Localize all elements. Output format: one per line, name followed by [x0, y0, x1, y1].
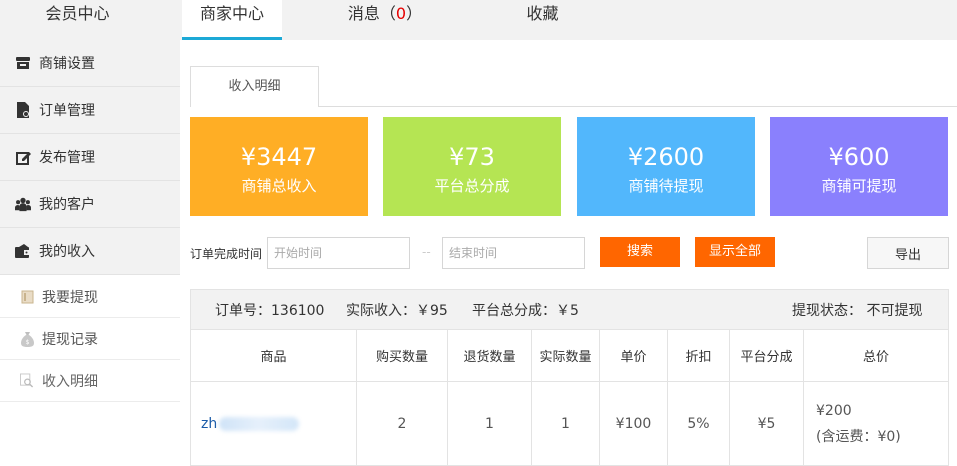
- order-card: 订单号：136100 实际收入：￥95 平台总分成：￥5 提现状态： 不可提现 …: [190, 289, 949, 466]
- product-link[interactable]: zh: [201, 416, 217, 432]
- sidebar-item-label: 我的客户: [39, 197, 95, 213]
- sidebar-item-label: 订单管理: [39, 103, 95, 119]
- column-header-purchase-qty: 购买数量: [357, 330, 448, 381]
- column-header-return-qty: 退货数量: [448, 330, 532, 381]
- column-header-discount: 折扣: [668, 330, 730, 381]
- stat-card-pending-withdraw: ¥2600 商铺待提现: [577, 117, 755, 216]
- sidebar-item-publish-management[interactable]: 发布管理: [0, 134, 180, 181]
- wallet-icon: [15, 243, 31, 259]
- tab-bar: 收入明细: [190, 66, 957, 108]
- column-header-actual-qty: 实际数量: [532, 330, 600, 381]
- show-all-button[interactable]: 显示全部: [695, 237, 775, 267]
- stat-amount: ¥3447: [240, 143, 318, 171]
- stat-label: 商铺总收入: [241, 177, 317, 195]
- platform-share-cell: ¥5: [730, 382, 804, 466]
- top-navigation: 会员中心 商家中心 消息（0） 收藏: [0, 0, 957, 40]
- table-header-row: 商品 购买数量 退货数量 实际数量 单价 折扣 平台分成 总价: [191, 330, 948, 382]
- main-content: 收入明细 ¥3447 商铺总收入 ¥73 平台总分成 ¥2600 商铺待提现 ¥…: [190, 40, 957, 466]
- total-cell: ¥200 (含运费：¥0): [804, 382, 948, 466]
- customers-icon: [15, 196, 31, 212]
- discount-cell: 5%: [668, 382, 730, 466]
- export-button[interactable]: 导出: [867, 237, 949, 269]
- sidebar-item-my-income[interactable]: 我的收入: [0, 228, 180, 275]
- messages-count-badge: 0: [395, 4, 407, 23]
- sidebar-subitem-label: 提现记录: [42, 331, 98, 348]
- purchase-qty-cell: 2: [357, 382, 448, 466]
- column-header-total: 总价: [862, 350, 889, 365]
- money-bag-icon: $: [20, 331, 34, 347]
- messages-label: 消息: [347, 4, 380, 23]
- card-icon: [20, 289, 34, 305]
- product-cell: zh: [191, 382, 357, 466]
- order-completion-time-label: 订单完成时间: [190, 247, 263, 261]
- nav-messages[interactable]: 消息（0）: [340, 0, 430, 40]
- stat-amount: ¥600: [828, 143, 890, 171]
- stat-label: 平台总分成: [434, 177, 510, 195]
- order-document-icon: [15, 102, 31, 118]
- order-number: 订单号：136100: [215, 303, 325, 319]
- total-price: ¥200: [816, 403, 852, 419]
- nav-member-center[interactable]: 会员中心: [30, 0, 125, 40]
- messages-close-paren: ）: [406, 4, 423, 23]
- sidebar-subitem-withdraw-records[interactable]: $ 提现记录: [0, 318, 180, 360]
- nav-merchant-center[interactable]: 商家中心: [182, 0, 282, 40]
- stat-label: 商铺可提现: [821, 177, 897, 195]
- withdraw-status: 提现状态： 不可提现: [792, 303, 923, 319]
- sidebar-item-label: 发布管理: [39, 150, 95, 166]
- end-time-input[interactable]: [442, 237, 585, 269]
- svg-text:$: $: [25, 339, 29, 346]
- sidebar-item-store-settings[interactable]: 商铺设置: [0, 40, 180, 87]
- table-row: zh 2 1 1 ¥100 5% ¥5 ¥200 (含运费：¥0): [191, 382, 948, 466]
- sidebar-subitem-income-details[interactable]: 收入明细: [0, 360, 180, 402]
- order-actual-income: 实际收入：￥95: [346, 303, 448, 319]
- column-header-platform-share: 平台分成: [730, 330, 804, 381]
- column-header-unit-price: 单价: [600, 330, 668, 381]
- order-platform-share: 平台总分成：￥5: [472, 303, 579, 319]
- redacted-product-name: [219, 417, 300, 431]
- sidebar-item-label: 商铺设置: [39, 56, 95, 72]
- shipping-note: (含运费：¥0): [816, 429, 901, 445]
- date-range-separator: --: [422, 245, 431, 259]
- sidebar-item-order-management[interactable]: 订单管理: [0, 87, 180, 134]
- sidebar-subitem-label: 我要提现: [42, 289, 98, 306]
- stat-card-platform-share: ¥73 平台总分成: [383, 117, 561, 216]
- store-icon: [15, 55, 31, 71]
- stat-card-withdrawable: ¥600 商铺可提现: [770, 117, 948, 216]
- tab-income-details[interactable]: 收入明细: [190, 66, 319, 108]
- stat-amount: ¥73: [449, 143, 495, 171]
- search-button[interactable]: 搜索: [600, 237, 680, 267]
- sidebar-subitem-withdraw[interactable]: 我要提现: [0, 276, 180, 318]
- unit-price-cell: ¥100: [600, 382, 668, 466]
- order-summary-header: 订单号：136100 实际收入：￥95 平台总分成：￥5 提现状态： 不可提现: [191, 290, 948, 330]
- column-header-product: 商品: [191, 330, 357, 381]
- edit-icon: [15, 149, 31, 165]
- return-qty-cell: 1: [448, 382, 532, 466]
- stat-label: 商铺待提现: [628, 177, 704, 195]
- stat-card-total-income: ¥3447 商铺总收入: [190, 117, 368, 216]
- start-time-input[interactable]: [267, 237, 410, 269]
- sidebar-item-my-customers[interactable]: 我的客户: [0, 181, 180, 228]
- sidebar-item-label: 我的收入: [39, 244, 95, 260]
- sidebar-subitem-label: 收入明细: [42, 373, 98, 390]
- stat-amount: ¥2600: [627, 143, 705, 171]
- messages-open-paren: （: [379, 4, 396, 23]
- search-icon: [20, 373, 34, 389]
- sidebar: 商铺设置 订单管理 发布管理 我的客户 我的收入 我要提现 $ 提现记录 收入明…: [0, 40, 180, 466]
- actual-qty-cell: 1: [532, 382, 600, 466]
- nav-favorites[interactable]: 收藏: [505, 0, 580, 40]
